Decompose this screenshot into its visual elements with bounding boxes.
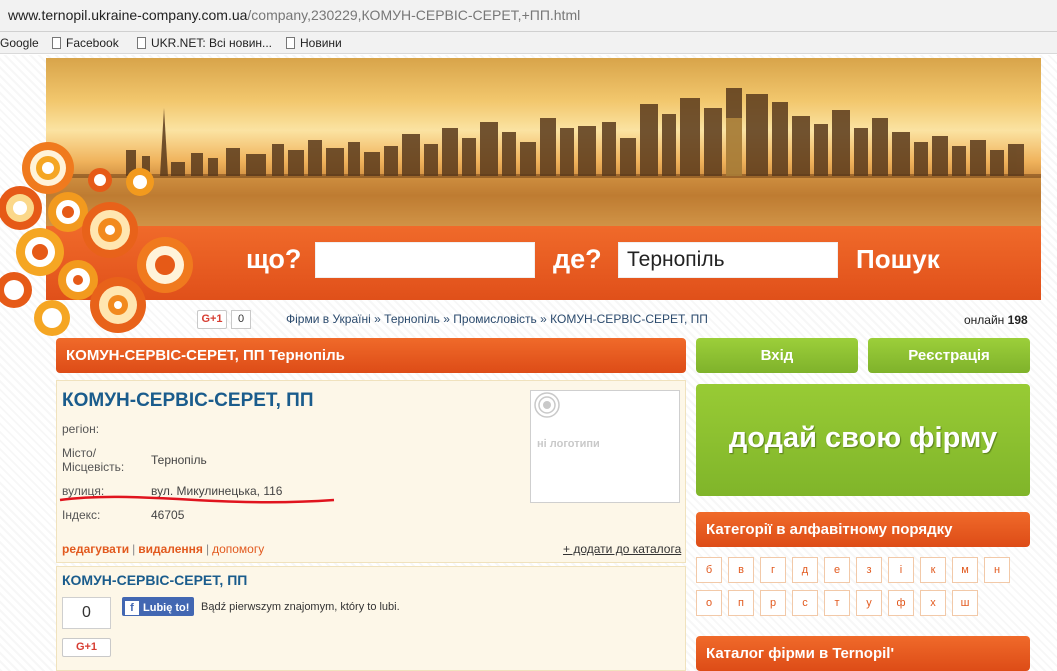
zip-label: Індекс: bbox=[62, 508, 101, 522]
breadcrumb-item-industry[interactable]: Промисловість bbox=[453, 312, 537, 326]
company-title-bar: КОМУН-СЕРВІС-СЕРЕТ, ПП Тернопіль bbox=[56, 338, 686, 373]
company-name-secondary: КОМУН-СЕРВІС-СЕРЕТ, ПП bbox=[62, 572, 248, 588]
letter-link[interactable]: ф bbox=[888, 590, 914, 616]
add-to-catalog-link[interactable]: + додати до каталога bbox=[563, 542, 681, 556]
address-bar[interactable]: www.ternopil.ukraine-company.com.ua/comp… bbox=[0, 0, 1057, 32]
register-button[interactable]: Реєстрація bbox=[868, 338, 1030, 373]
action-links: редагувати | видалення | допомогу bbox=[62, 542, 265, 556]
gplus-button[interactable]: G+1 bbox=[197, 310, 227, 329]
gplus-widget[interactable]: G+1 0 bbox=[197, 310, 251, 329]
letter-link[interactable]: з bbox=[856, 557, 882, 583]
alphabet-index: б в г д е з і к м н о п р с т у ф х ш bbox=[696, 557, 1030, 621]
facebook-like-text: Bądź pierwszym znajomym, który to lubi. bbox=[201, 601, 400, 613]
letter-link[interactable]: д bbox=[792, 557, 818, 583]
letter-link[interactable]: б bbox=[696, 557, 722, 583]
letter-link[interactable]: т bbox=[824, 590, 850, 616]
page-icon bbox=[286, 37, 295, 49]
city-label: Місто/ Місцевість: bbox=[62, 446, 125, 474]
letter-link[interactable]: п bbox=[728, 590, 754, 616]
where-label: де? bbox=[553, 244, 602, 274]
url-domain: www.ternopil.ukraine-company.com.ua bbox=[8, 7, 248, 23]
catalog-title-bar: Каталог фірми в Ternopil' bbox=[696, 636, 1030, 671]
add-firm-banner[interactable]: додай свою фірму bbox=[696, 384, 1030, 496]
letter-link[interactable]: н bbox=[984, 557, 1010, 583]
url-text[interactable]: www.ternopil.ukraine-company.com.ua/comp… bbox=[8, 7, 580, 23]
zip-value: 46705 bbox=[151, 508, 185, 522]
what-input[interactable] bbox=[315, 242, 535, 278]
letter-link[interactable]: е bbox=[824, 557, 850, 583]
login-button[interactable]: Вхід bbox=[696, 338, 858, 373]
company-logo-placeholder: ні логотипи bbox=[530, 390, 680, 503]
letter-link[interactable]: і bbox=[888, 557, 914, 583]
letter-link[interactable]: о bbox=[696, 590, 722, 616]
bookmarks-bar: Google Facebook UKR.NET: Всі новин... Но… bbox=[0, 32, 1057, 54]
letter-link[interactable]: у bbox=[856, 590, 882, 616]
what-label: що? bbox=[246, 244, 302, 274]
letter-link[interactable]: г bbox=[760, 557, 786, 583]
breadcrumb-item-ternopil[interactable]: Тернопіль bbox=[384, 312, 440, 326]
help-link[interactable]: допомогу bbox=[212, 542, 264, 556]
breadcrumb-item-current: КОМУН-СЕРВІС-СЕРЕТ, ПП bbox=[550, 312, 708, 326]
url-path: /company,230229,КОМУН-СЕРВІС-СЕРЕТ,+ПП.h… bbox=[247, 7, 581, 23]
page-icon bbox=[52, 37, 61, 49]
no-logo-text: ні логотипи bbox=[537, 438, 600, 450]
logo-circle-icon bbox=[534, 392, 560, 418]
online-counter: онлайн 198 bbox=[964, 313, 1028, 327]
letter-link[interactable]: в bbox=[728, 557, 754, 583]
search-button[interactable]: Пошук bbox=[856, 244, 940, 275]
page-icon bbox=[137, 37, 146, 49]
delete-link[interactable]: видалення bbox=[138, 542, 203, 556]
edit-link[interactable]: редагувати bbox=[62, 542, 129, 556]
letter-link[interactable]: ш bbox=[952, 590, 978, 616]
letter-link[interactable]: м bbox=[952, 557, 978, 583]
bookmark-news[interactable]: Новини bbox=[286, 36, 342, 50]
facebook-icon: f bbox=[125, 600, 139, 615]
gplus-count: 0 bbox=[231, 310, 251, 329]
company-name: КОМУН-СЕРВІС-СЕРЕТ, ПП bbox=[62, 390, 314, 411]
breadcrumb: Фірми в Україні » Тернопіль » Промислові… bbox=[286, 312, 708, 326]
facebook-like-button[interactable]: f Lubię to! bbox=[122, 597, 195, 616]
share-count-box: 0 bbox=[62, 597, 111, 629]
letter-link[interactable]: х bbox=[920, 590, 946, 616]
letter-link[interactable]: р bbox=[760, 590, 786, 616]
gplus-button-secondary[interactable]: G+1 bbox=[62, 638, 111, 657]
where-input[interactable] bbox=[618, 242, 838, 278]
bookmark-ukrnet[interactable]: UKR.NET: Всі новин... bbox=[137, 36, 272, 50]
categories-title-bar: Категорії в алфавітному порядку bbox=[696, 512, 1030, 547]
city-value: Тернопіль bbox=[151, 453, 207, 467]
bookmark-facebook[interactable]: Facebook bbox=[52, 36, 119, 50]
letter-link[interactable]: к bbox=[920, 557, 946, 583]
breadcrumb-item-firms[interactable]: Фірми в Україні bbox=[286, 312, 371, 326]
bookmark-google[interactable]: Google bbox=[0, 36, 39, 50]
red-underline-annotation bbox=[59, 495, 335, 504]
letter-link[interactable]: с bbox=[792, 590, 818, 616]
online-count: 198 bbox=[1007, 313, 1028, 327]
region-label: регіон: bbox=[62, 422, 100, 436]
decorative-circles-image bbox=[0, 142, 193, 336]
